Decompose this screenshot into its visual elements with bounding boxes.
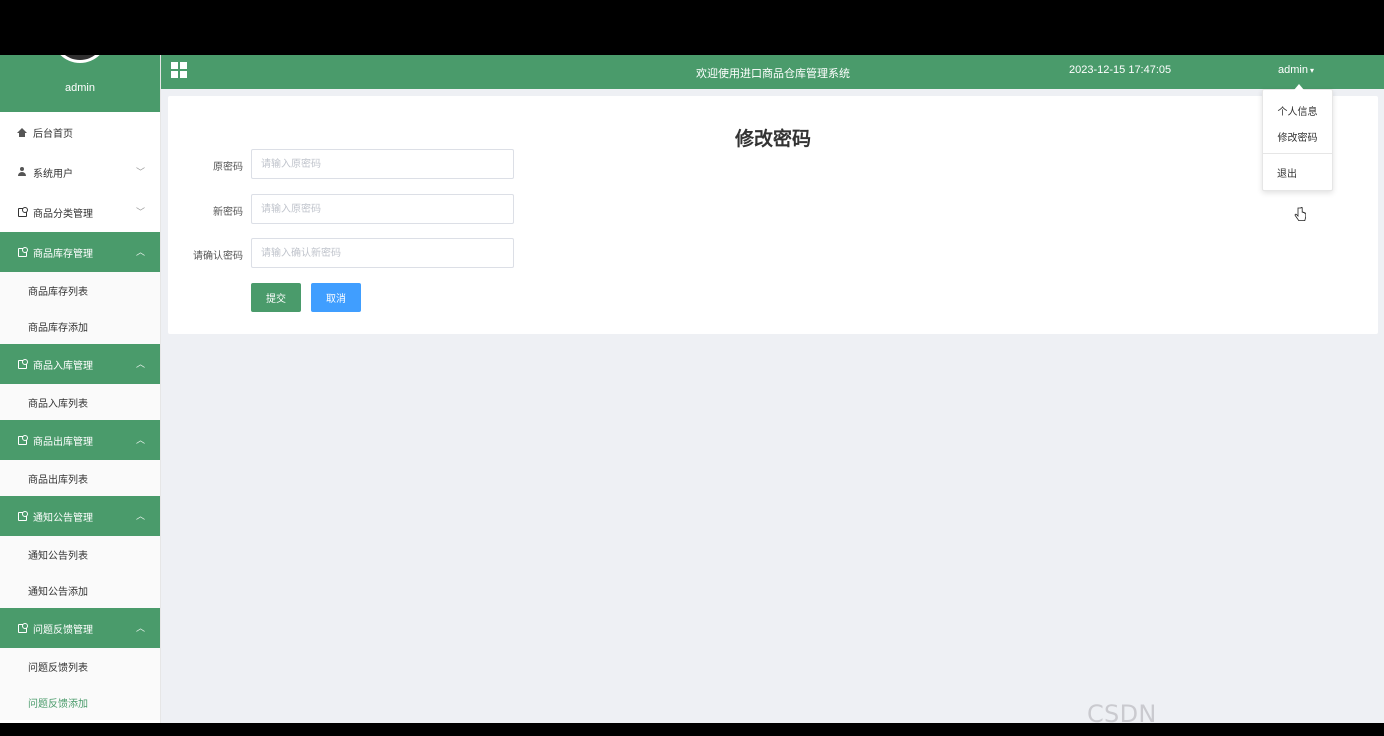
old-password-label: 原密码 [213, 162, 243, 173]
menu-item-change-password[interactable]: 修改密码 [1263, 129, 1332, 144]
sidebar-subitem-inbound-list[interactable]: 商品入库列表 [0, 384, 160, 420]
change-password-panel: 修改密码 原密码 新密码 请确认密码 提交 取消 [168, 96, 1378, 334]
sidebar-item-inbound-management[interactable]: 商品入库管理 ︿ [0, 344, 160, 384]
chevron-up-icon: ︿ [135, 511, 145, 521]
sidebar-item-label: 商品入库管理 [33, 360, 93, 372]
header-datetime: 2023-12-15 17:47:05 [1069, 64, 1172, 76]
submit-button[interactable]: 提交 [251, 283, 301, 312]
confirm-password-input[interactable] [251, 238, 514, 268]
folder-icon [17, 246, 28, 257]
cancel-button[interactable]: 取消 [311, 283, 361, 312]
hand-cursor-icon [1294, 207, 1306, 221]
sidebar-item-system-users[interactable]: 系统用户 ﹀ [0, 152, 160, 192]
menu-item-profile[interactable]: 个人信息 [1263, 103, 1332, 118]
sidebar-item-outbound-management[interactable]: 商品出库管理 ︿ [0, 420, 160, 460]
sidebar-subitem-stock-list[interactable]: 商品库存列表 [0, 272, 160, 308]
sidebar-item-home[interactable]: 后台首页 [0, 112, 160, 152]
new-password-label: 新密码 [213, 207, 243, 218]
chevron-up-icon: ︿ [135, 247, 145, 257]
sidebar-item-label: 商品库存管理 [33, 248, 93, 260]
page-title: 修改密码 [734, 129, 811, 150]
avatar[interactable] [52, 55, 108, 63]
sidebar-item-label: 商品分类管理 [33, 208, 93, 220]
folder-icon [17, 434, 28, 445]
sidebar-item-feedback-management[interactable]: 问题反馈管理 ︿ [0, 608, 160, 648]
sidebar-item-label: 问题反馈管理 [33, 624, 93, 636]
sidebar-item-label: 后台首页 [33, 128, 73, 140]
confirm-password-label: 请确认密码 [193, 251, 243, 262]
header-username: admin [1278, 64, 1308, 76]
home-icon [17, 127, 27, 137]
sidebar-item-label: 系统用户 [33, 168, 73, 180]
sidebar-subitem-feedback-list[interactable]: 问题反馈列表 [0, 648, 160, 684]
sidebar-item-label: 通知公告管理 [33, 512, 93, 524]
sidebar-subitem-notice-list[interactable]: 通知公告列表 [0, 536, 160, 572]
menu-item-logout[interactable]: 退出 [1277, 165, 1332, 180]
folder-icon [17, 510, 28, 521]
caret-down-icon: ▾ [1309, 66, 1314, 75]
chevron-down-icon: ﹀ [135, 207, 145, 217]
form-row-old-password: 原密码 [168, 149, 528, 179]
folder-icon [17, 358, 28, 369]
app-window: admin 后台首页 系统用户 ﹀ 商品分类管理 ﹀ 商品库存管理 ︿ 商品库存… [0, 55, 1384, 723]
folder-icon [17, 622, 28, 633]
profile-header: admin [0, 55, 160, 112]
sidebar-subitem-stock-add[interactable]: 商品库存添加 [0, 308, 160, 344]
user-dropdown-menu: 个人信息 修改密码 退出 [1262, 84, 1333, 191]
top-header: 欢迎使用进口商品仓库管理系统 2023-12-15 17:47:05 admin… [161, 55, 1384, 89]
app-title: 欢迎使用进口商品仓库管理系统 [696, 68, 850, 80]
chevron-up-icon: ︿ [135, 359, 145, 369]
sidebar-item-notice-management[interactable]: 通知公告管理 ︿ [0, 496, 160, 536]
sidebar-item-label: 商品出库管理 [33, 436, 93, 448]
menu-divider [1263, 153, 1332, 154]
chevron-up-icon: ︿ [135, 623, 145, 633]
chevron-up-icon: ︿ [135, 435, 145, 445]
sidebar-subitem-notice-add[interactable]: 通知公告添加 [0, 572, 160, 608]
form-row-confirm-password: 请确认密码 [168, 238, 528, 268]
user-icon [17, 167, 27, 177]
sidebar: admin 后台首页 系统用户 ﹀ 商品分类管理 ﹀ 商品库存管理 ︿ 商品库存… [0, 55, 161, 723]
old-password-input[interactable] [251, 149, 514, 179]
folder-icon [17, 206, 28, 217]
new-password-input[interactable] [251, 194, 514, 224]
sidebar-subitem-feedback-add[interactable]: 问题反馈添加 [0, 684, 160, 720]
form-row-new-password: 新密码 [168, 194, 528, 224]
watermark: CSDN @vx_danpianji889 [1087, 700, 1157, 723]
sidebar-subitem-outbound-list[interactable]: 商品出库列表 [0, 460, 160, 496]
sidebar-item-category-management[interactable]: 商品分类管理 ﹀ [0, 192, 160, 232]
chevron-down-icon: ﹀ [135, 167, 145, 177]
sidebar-item-stock-management[interactable]: 商品库存管理 ︿ [0, 232, 160, 272]
user-menu-toggle[interactable]: admin ▾ [1278, 64, 1314, 76]
profile-username: admin [65, 82, 95, 94]
